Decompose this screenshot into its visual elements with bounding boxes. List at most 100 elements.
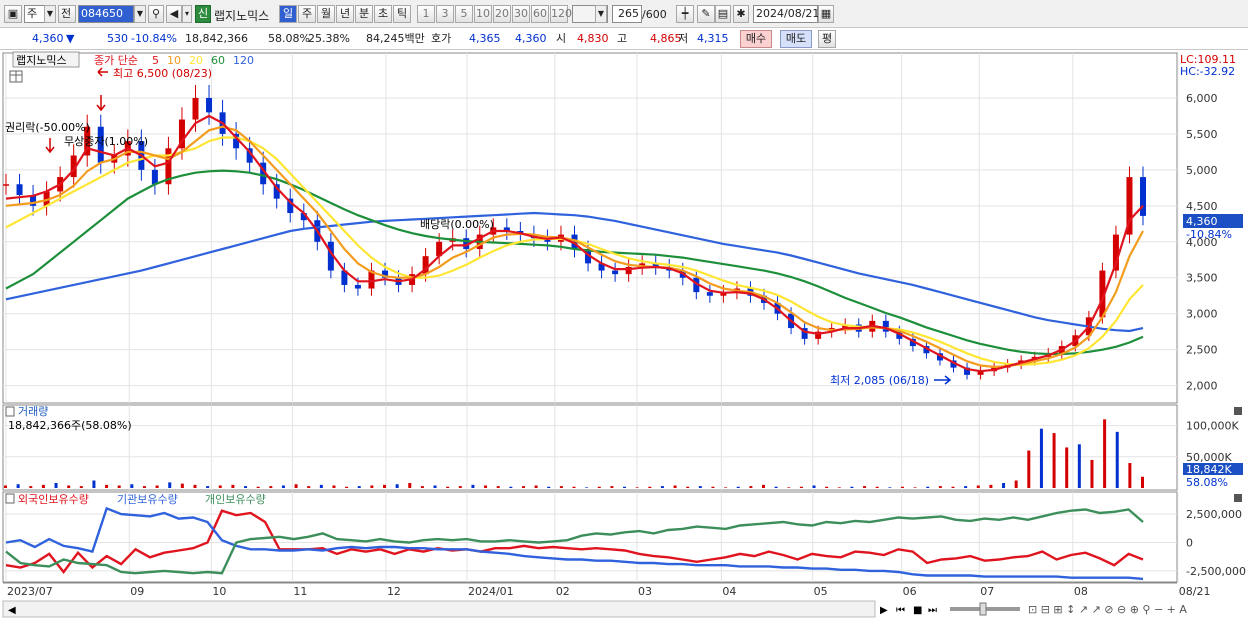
x-tick-label: 12 xyxy=(387,585,401,598)
count-input[interactable]: 265 xyxy=(612,5,642,23)
period-tab-1[interactable]: 주 xyxy=(298,5,316,23)
volume-bar xyxy=(850,486,854,488)
ma-legend-120: 120 xyxy=(233,54,254,67)
volume-bar xyxy=(1014,480,1018,488)
turnover-rate: 25.38% xyxy=(308,32,350,45)
holdings-pane[interactable] xyxy=(2,491,1178,583)
volume-bar xyxy=(623,486,627,488)
chart-area[interactable]: 6,0005,5005,0004,5004,0003,5003,0002,500… xyxy=(0,50,1248,621)
volume-bar xyxy=(496,486,500,488)
holdings-y-tick: 0 xyxy=(1186,537,1193,550)
period-tab-3[interactable]: 년 xyxy=(336,5,354,23)
code-dropdown-icon[interactable]: ▼ xyxy=(134,5,146,23)
zoom-slider-thumb[interactable] xyxy=(979,602,987,616)
volume-bar xyxy=(1002,483,1006,488)
volume-bar xyxy=(408,483,412,488)
scroll-start-icon[interactable]: ⏮ xyxy=(896,605,905,616)
minute-tab-3[interactable]: 3 xyxy=(436,5,454,23)
buy-button[interactable]: 매수 xyxy=(740,30,772,48)
period-tab-6[interactable]: 틱 xyxy=(393,5,411,23)
open-label: 시 xyxy=(556,32,567,45)
volume-bar xyxy=(471,484,475,488)
stock-code-input[interactable]: 084650 xyxy=(78,5,134,23)
minute-tab-20[interactable]: 20 xyxy=(493,5,511,23)
volume-pane-toggle-icon[interactable] xyxy=(5,406,15,417)
volume-bar xyxy=(420,486,424,488)
candle-type-icon[interactable]: ┿ xyxy=(676,5,694,23)
x-tick-label: 09 xyxy=(130,585,144,598)
volume-bar xyxy=(307,486,311,488)
sell-button[interactable]: 매도 xyxy=(780,30,812,48)
speaker-dropdown-icon[interactable]: ▾ xyxy=(182,5,192,23)
volume-bar xyxy=(964,486,968,488)
x-tick-label: 07 xyxy=(980,585,994,598)
current-price: 4,360 xyxy=(32,32,64,45)
volume-pane-title: 거래량 xyxy=(18,405,48,418)
minute-tab-30[interactable]: 30 xyxy=(512,5,530,23)
price-change: 530 xyxy=(107,32,128,45)
hoga-label: 호가 xyxy=(431,32,452,45)
scroll-left-icon[interactable]: ◀ xyxy=(8,605,16,616)
volume-pane[interactable] xyxy=(2,404,1178,491)
volume-bar xyxy=(825,486,829,488)
period-tab-4[interactable]: 분 xyxy=(355,5,373,23)
volume-bar xyxy=(875,486,879,488)
holdings-legend-individual: 개인보유수량 xyxy=(205,493,266,506)
volume-bar xyxy=(686,486,690,488)
scrollbar-track[interactable] xyxy=(2,600,876,618)
period-tab-0[interactable]: 일 xyxy=(279,5,297,23)
volume-bar xyxy=(787,487,791,488)
minute-tab-5[interactable]: 5 xyxy=(455,5,473,23)
x-tick-label: 03 xyxy=(638,585,652,598)
speaker-icon[interactable]: ◀ xyxy=(166,5,182,23)
price-y-tick: 5,500 xyxy=(1186,128,1218,141)
stock-type-button[interactable]: 전 xyxy=(58,5,76,23)
period-tab-2[interactable]: 월 xyxy=(317,5,335,23)
period-tab-5[interactable]: 초 xyxy=(374,5,392,23)
chart-toolbar: ▣ 주 ▼ 전 084650 ▼ ⚲ ◀ ▾ 신 랩지노믹스 일주월년분초틱 1… xyxy=(0,0,1248,28)
calendar-icon[interactable]: ▦ xyxy=(818,5,834,23)
search-icon[interactable]: ⚲ xyxy=(148,5,164,23)
interval-dropdown-icon[interactable]: ▼ xyxy=(595,5,607,23)
date-input[interactable]: 2024/08/21 xyxy=(753,5,819,23)
minute-tab-10[interactable]: 10 xyxy=(474,5,492,23)
gear-icon[interactable]: ✱ xyxy=(733,5,749,23)
volume-bar xyxy=(951,486,955,488)
scroll-end-icon[interactable]: ⏭ xyxy=(928,605,937,616)
volume-bar xyxy=(559,486,563,488)
eval-button[interactable]: 평 xyxy=(818,30,836,48)
volume-bar xyxy=(648,486,652,488)
x-tick-label: 05 xyxy=(814,585,828,598)
new-badge-label: 신 xyxy=(197,7,209,20)
volume-bar xyxy=(888,487,892,488)
holdings-pane-close-icon[interactable] xyxy=(1234,494,1242,502)
minute-tab-120[interactable]: 120 xyxy=(550,5,572,23)
price-pane[interactable] xyxy=(2,52,1178,404)
volume-pane-close-icon[interactable] xyxy=(1234,407,1242,415)
x-tick-label: 10 xyxy=(212,585,226,598)
holdings-legend-institution: 기관보유수량 xyxy=(117,493,178,506)
stop-icon[interactable]: ■ xyxy=(913,605,922,616)
minute-tab-1[interactable]: 1 xyxy=(417,5,435,23)
price-y-tick: 5,000 xyxy=(1186,164,1218,177)
high-price: 4,865 xyxy=(650,32,682,45)
volume-bar xyxy=(484,485,488,488)
scroll-right-icon[interactable]: ▶ xyxy=(880,605,888,616)
draw-tool-icon[interactable]: ✎ xyxy=(697,5,715,23)
chevron-down-icon[interactable]: ▼ xyxy=(44,5,56,23)
volume-bar xyxy=(547,486,551,488)
chart-menu-icon[interactable]: ▣ xyxy=(4,5,22,23)
tool-icons[interactable]: ⊡ ⊟ ⊞ ↕ ↗ ↗ ⊘ ⊖ ⊕ ⚲ − + A xyxy=(1028,603,1187,616)
x-tick-label: 11 xyxy=(293,585,307,598)
low-price: 4,315 xyxy=(697,32,729,45)
volume-bar xyxy=(193,484,197,488)
candle-body xyxy=(706,292,713,296)
holdings-y-tick: -2,500,000 xyxy=(1186,565,1246,578)
minute-tab-60[interactable]: 60 xyxy=(531,5,549,23)
hc-value: HC:-32.92 xyxy=(1180,65,1235,78)
save-icon[interactable]: ▤ xyxy=(715,5,731,23)
holdings-pane-toggle-icon[interactable] xyxy=(5,493,15,504)
x-axis: 2023/07 09 10 11 12 2024/01 02 03 04 05 06 07 08 08/2… xyxy=(3,582,1211,598)
volume-bar xyxy=(4,485,7,488)
count-total: /600 xyxy=(642,8,667,21)
